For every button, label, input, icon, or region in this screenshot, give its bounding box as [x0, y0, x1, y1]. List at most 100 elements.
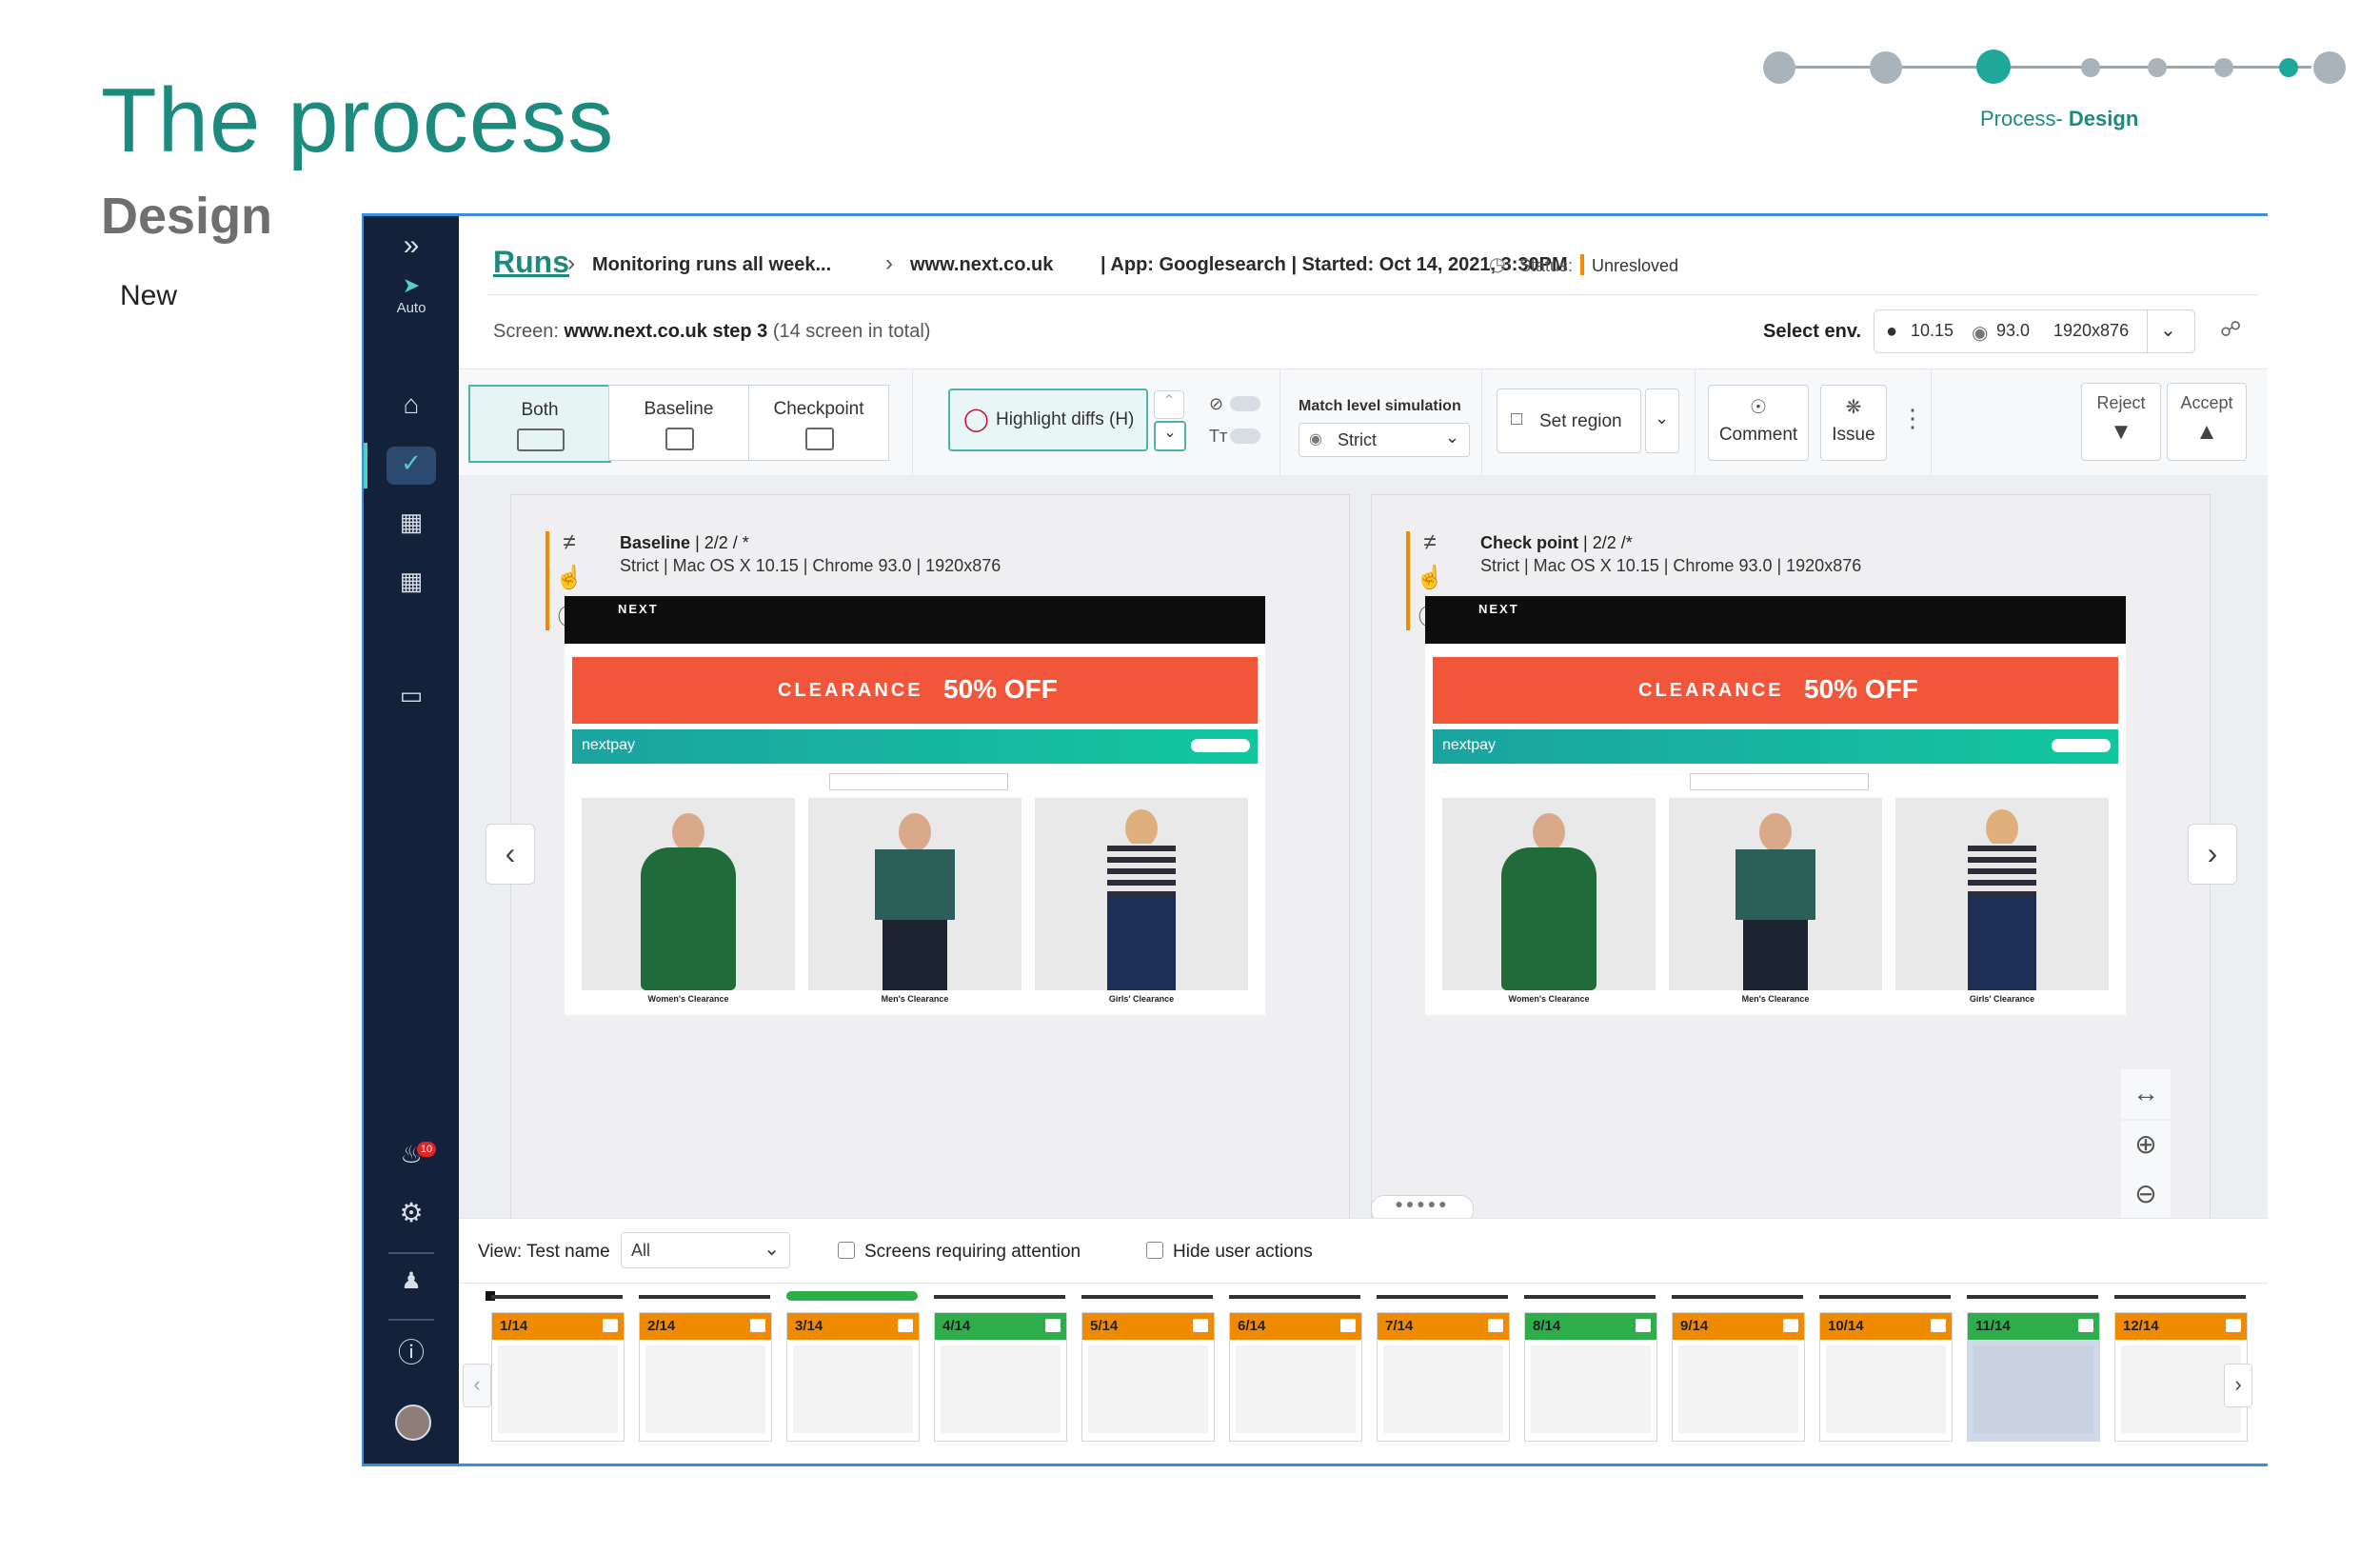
set-region-dropdown[interactable]: ⌄: [1645, 388, 1679, 453]
set-region-button[interactable]: □ Set region: [1497, 388, 1641, 453]
share-icon[interactable]: ☍: [2220, 317, 2241, 342]
comment-button[interactable]: ☉ Comment: [1708, 385, 1809, 461]
zoom-in-icon[interactable]: ⊕: [2121, 1121, 2171, 1170]
issue-button[interactable]: ❋ Issue: [1820, 385, 1887, 461]
thumbs-up-icon[interactable]: ☝: [1416, 564, 1444, 591]
thumb-next-button[interactable]: ›: [2224, 1364, 2252, 1407]
thumbnail[interactable]: 1/14: [491, 1312, 625, 1442]
not-equal-icon[interactable]: ≠: [555, 529, 584, 556]
site-name: www.next.co.uk: [910, 254, 1054, 275]
thumbnail-preview: [1383, 1345, 1503, 1433]
env-selector[interactable]: ● 10.15 ◉ 93.0 1920x876 ⌄: [1874, 309, 2195, 353]
avatar[interactable]: [395, 1405, 431, 1441]
gear-icon[interactable]: ⚙: [364, 1197, 459, 1228]
wide-jeans: [1107, 897, 1176, 990]
nextpay-banner: nextpay: [1433, 729, 2118, 764]
dashboard-grid-icon[interactable]: ▦: [364, 508, 459, 537]
clock-icon: ◷: [1489, 254, 1506, 275]
site-nav: NEXT: [1425, 596, 2126, 644]
thumbnail-label: 8/14: [1533, 1318, 1561, 1334]
not-equal-icon[interactable]: ≠: [1416, 529, 1444, 556]
prev-diff-button[interactable]: ⌃: [1154, 390, 1184, 419]
site-search: [829, 773, 1008, 790]
run-name-link[interactable]: Monitoring runs all week...: [592, 254, 831, 276]
thumb-group-line: [1081, 1295, 1213, 1299]
thumbnail-preview: [1236, 1345, 1356, 1433]
active-thumb-indicator: [786, 1291, 918, 1301]
divider: [912, 369, 913, 476]
status-label: Status:: [1519, 256, 1574, 275]
image-icon: [1783, 1319, 1798, 1332]
view-both-label: Both: [521, 400, 559, 420]
green-dress: [1501, 847, 1597, 990]
image-icon: [1931, 1319, 1946, 1332]
next-diff-button[interactable]: ⌄: [1154, 421, 1186, 451]
accept-button[interactable]: Accept ▲: [2167, 383, 2247, 461]
help-icon[interactable]: ⓘ: [364, 1332, 459, 1370]
view-checkpoint-button[interactable]: Checkpoint: [748, 385, 889, 461]
progress-dot: [2148, 58, 2167, 77]
auto-nav[interactable]: ➤ Auto: [364, 273, 459, 316]
thumbnail-preview: [1531, 1345, 1651, 1433]
thumbnail[interactable]: 11/14: [1967, 1312, 2100, 1442]
progress-dot: [1870, 51, 1902, 84]
panel-title: Baseline | 2/2 / *: [620, 533, 749, 552]
view-select[interactable]: All ⌄: [621, 1232, 790, 1268]
match-level-select[interactable]: ◉ Strict ⌄: [1299, 423, 1470, 457]
slide-title: The process: [101, 70, 615, 171]
pay-button: [2052, 739, 2111, 752]
image-icon: [898, 1319, 913, 1332]
home-icon[interactable]: ⌂: [364, 389, 459, 420]
thumbnail[interactable]: 7/14: [1377, 1312, 1510, 1442]
thumbnail[interactable]: 5/14: [1081, 1312, 1215, 1442]
monitor-icon[interactable]: ▭: [364, 681, 459, 710]
dark-trousers: [883, 920, 947, 990]
prev-screen-button[interactable]: ‹: [486, 824, 535, 885]
thumbs-up-icon: ▲: [2195, 419, 2218, 445]
striped-top: [1107, 844, 1176, 897]
thumbs-down-icon: ▼: [2110, 419, 2132, 445]
dark-trousers: [1743, 920, 1808, 990]
thumbnail[interactable]: 4/14: [934, 1312, 1067, 1442]
calendar-icon[interactable]: ▦: [364, 567, 459, 596]
env-browser: 93.0: [1996, 321, 2031, 340]
image-icon: [805, 428, 834, 450]
highlight-diffs-button[interactable]: ◯ Highlight diffs (H): [948, 388, 1148, 451]
expand-icon[interactable]: »: [364, 229, 459, 262]
thumbnail[interactable]: 10/14: [1819, 1312, 1953, 1442]
view-baseline-button[interactable]: Baseline: [608, 385, 749, 461]
region-icon: □: [1511, 408, 1523, 429]
panel-meta: Strict | Mac OS X 10.15 | Chrome 93.0 | …: [620, 556, 1002, 575]
hide-actions-checkbox[interactable]: [1146, 1242, 1163, 1259]
zoom-out-icon[interactable]: ⊖: [2121, 1170, 2171, 1220]
next-screen-button[interactable]: ›: [2188, 824, 2237, 885]
thumb-prev-button[interactable]: ‹: [463, 1364, 491, 1407]
hide-toggle[interactable]: [1230, 396, 1260, 411]
thumbnail[interactable]: 6/14: [1229, 1312, 1362, 1442]
thumbnail-label: 2/14: [647, 1318, 676, 1334]
image-icon: [1193, 1319, 1208, 1332]
status-indicator: [1580, 254, 1584, 275]
more-options-icon[interactable]: ⋮: [1900, 404, 1925, 433]
chrome-icon: ◉: [1972, 323, 1989, 344]
users-icon[interactable]: ♟: [364, 1267, 459, 1295]
view-both-button[interactable]: Both: [468, 385, 611, 463]
text-icon: Tт: [1209, 427, 1228, 446]
thumbnail[interactable]: 3/14: [786, 1312, 920, 1442]
compare-area: ≠ ☝ ⓘ Baseline | 2/2 / * Strict | Mac OS…: [459, 475, 2268, 1224]
panel-title: Check point | 2/2 /*: [1480, 533, 1633, 552]
env-os: 10.15: [1911, 321, 1954, 340]
match-level-label: Match level simulation: [1299, 398, 1461, 414]
runs-link[interactable]: Runs: [493, 245, 569, 280]
thumbs-up-icon[interactable]: ☝: [555, 564, 584, 591]
attention-checkbox[interactable]: [838, 1242, 855, 1259]
thumbnail[interactable]: 2/14: [639, 1312, 772, 1442]
bell-icon[interactable]: ♨: [364, 1140, 459, 1169]
issue-label: Issue: [1832, 425, 1875, 445]
reject-button[interactable]: Reject ▼: [2081, 383, 2161, 461]
thumbnail[interactable]: 9/14: [1672, 1312, 1805, 1442]
fit-width-icon[interactable]: ↔: [2121, 1069, 2171, 1119]
text-toggle[interactable]: [1230, 428, 1260, 444]
thumbnail[interactable]: 8/14: [1524, 1312, 1657, 1442]
slide-subtitle: Design: [101, 188, 273, 245]
